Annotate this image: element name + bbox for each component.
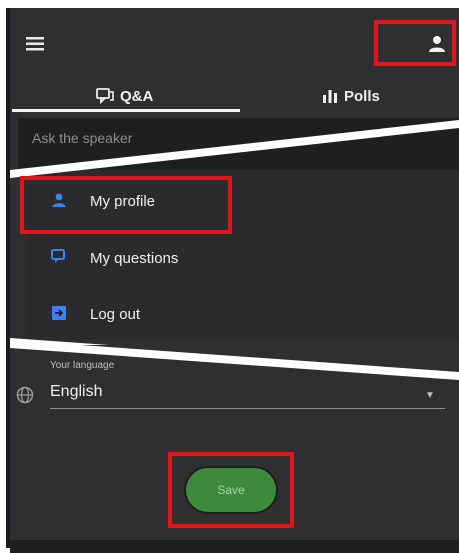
menu-item-my-questions[interactable]: My questions <box>26 230 459 286</box>
bottom-edge <box>10 540 459 553</box>
menu-item-log-out[interactable]: Log out <box>26 286 459 342</box>
chevron-down-icon[interactable]: ▼ <box>425 390 435 401</box>
highlight-profile-icon <box>374 20 456 66</box>
qa-icon <box>96 88 114 104</box>
menu-icon[interactable] <box>26 36 46 52</box>
chat-bubble-icon <box>50 248 68 266</box>
highlight-my-profile <box>20 176 232 234</box>
active-tab-indicator <box>12 109 240 112</box>
language-caption: Your language <box>50 360 115 371</box>
poll-chart-icon <box>322 89 338 103</box>
screen: Q&A Polls Ask the speaker My profile My … <box>0 0 459 553</box>
ask-speaker-input[interactable]: Ask the speaker <box>18 118 459 170</box>
menu-item-label: Log out <box>90 305 141 323</box>
tab-polls[interactable]: Polls <box>322 78 380 114</box>
highlight-save-button <box>168 452 294 528</box>
logout-icon <box>50 304 68 322</box>
language-select[interactable]: English <box>50 383 102 401</box>
menu-item-label: My questions <box>90 249 179 267</box>
tab-qa-label: Q&A <box>120 87 154 105</box>
language-field-underline <box>50 408 445 409</box>
ask-placeholder: Ask the speaker <box>32 130 133 146</box>
globe-icon <box>16 386 34 404</box>
tab-polls-label: Polls <box>344 87 380 105</box>
